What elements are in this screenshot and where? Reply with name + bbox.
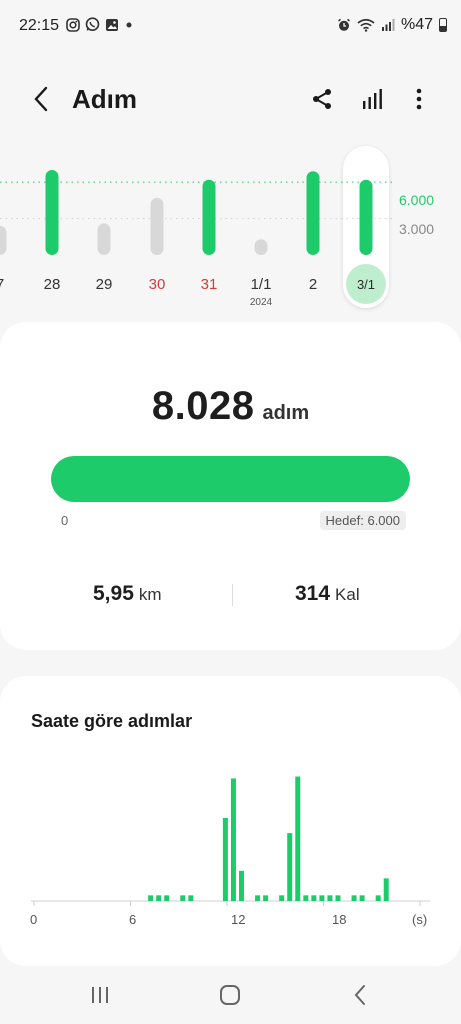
hourly-bar-14 [311, 895, 317, 901]
day-label-31[interactable]: 31 [189, 276, 229, 293]
hour-unit-label: (s) [412, 912, 428, 927]
hourly-bar-3 [180, 895, 186, 901]
app-bar: Adım [0, 70, 461, 130]
steps-unit: adım [262, 402, 310, 424]
day-bar-28 [45, 170, 59, 255]
hourly-bar-4 [188, 895, 194, 901]
home-icon [220, 985, 240, 1005]
home-button[interactable] [210, 980, 250, 1010]
day-label-29[interactable]: 29 [84, 276, 124, 293]
axis-mid-label: 3.000 [399, 221, 435, 237]
system-nav-bar [0, 966, 461, 1024]
hour-label-12: 12 [231, 912, 246, 927]
status-time: 22:15 [19, 17, 60, 34]
hour-label-18: 18 [332, 912, 347, 927]
axis-goal-label: 6.000 [399, 192, 435, 208]
notification-icons [66, 17, 134, 32]
hourly-bar-0 [148, 895, 154, 901]
hourly-bar-17 [335, 895, 341, 901]
daily-steps-chart[interactable]: 6.000 3.000 7 28 29 30 31 1/1 2024 2 3/1 [0, 140, 461, 315]
hourly-bar-20 [375, 895, 381, 901]
trends-button[interactable] [358, 84, 388, 114]
hourly-chart: 0 6 12 18 (s) [0, 736, 461, 936]
distance-stat: 5,95 km [93, 582, 162, 606]
more-icon [416, 88, 422, 110]
hourly-bar-8 [255, 895, 261, 901]
summary-card: 8.028 adım 0 Hedef: 6.000 5,95 km 314 Kal [0, 322, 461, 650]
steps-total: 8.028 adım [0, 384, 461, 429]
day-bar-2 [306, 171, 320, 255]
day-label-28[interactable]: 28 [32, 276, 72, 293]
hourly-bar-7 [238, 870, 244, 901]
hourly-bar-10 [279, 895, 285, 901]
hourly-bar-19 [359, 895, 365, 901]
recents-icon [92, 987, 108, 1003]
wifi-icon [357, 18, 375, 32]
status-bar: 22:15 %47 [0, 0, 461, 52]
share-icon [313, 89, 331, 109]
hourly-title: Saate göre adımlar [31, 711, 193, 731]
hourly-bar-5 [222, 818, 228, 901]
chevron-left-icon [34, 86, 48, 112]
day-bar-7 [0, 225, 7, 255]
hourly-bar-21 [383, 878, 389, 901]
day-label-30[interactable]: 30 [137, 276, 177, 293]
battery-icon [439, 18, 447, 32]
steps-count: 8.028 [151, 384, 255, 428]
day-bar-3/1 [359, 179, 373, 255]
year-label: 2024 [249, 297, 273, 308]
calories-unit: Kal [335, 585, 360, 604]
day-label-7[interactable]: 7 [0, 276, 20, 293]
dot-icon [126, 22, 132, 27]
distance-value: 5,95 [93, 582, 134, 605]
hourly-steps-card[interactable]: Saate göre adımlar 0 6 12 18 (s) [0, 676, 461, 966]
hourly-bar-2 [164, 895, 170, 901]
hourly-bar-9 [263, 895, 269, 901]
page-title: Adım [72, 84, 137, 114]
day-bar-30 [150, 197, 164, 255]
calories-value: 314 [295, 582, 331, 605]
hourly-bar-12 [295, 776, 301, 901]
hourly-bar-15 [319, 895, 325, 901]
progress-min-label: 0 [61, 513, 69, 528]
stats-icon [363, 89, 382, 109]
hourly-bar-16 [327, 895, 333, 901]
alarm-icon [337, 18, 350, 31]
back-button[interactable] [26, 84, 56, 114]
day-bar-31 [202, 179, 216, 255]
share-button[interactable] [307, 84, 337, 114]
day-label-3/1[interactable]: 3/1 [346, 277, 386, 292]
hourly-bar-6 [230, 778, 236, 901]
hour-label-0: 0 [30, 912, 38, 927]
signal-icon [381, 19, 395, 31]
battery-percent: %47 [400, 16, 433, 33]
stats-divider [232, 584, 233, 606]
goal-progress-fill [51, 456, 410, 502]
day-label-1/1[interactable]: 1/1 [241, 276, 281, 293]
hourly-chart-svg [31, 776, 430, 906]
gallery-icon [106, 18, 118, 31]
hourly-bar-1 [156, 895, 162, 901]
status-right: %47 [337, 16, 447, 34]
day-bar-29 [97, 223, 111, 255]
more-options-button[interactable] [404, 84, 434, 114]
back-nav-icon [354, 985, 365, 1005]
hour-label-6: 6 [129, 912, 137, 927]
day-bar-1/1 [254, 239, 268, 255]
back-nav-button[interactable] [340, 980, 380, 1010]
goal-label[interactable]: Hedef: 6.000 [319, 511, 406, 530]
goal-progress-bar [51, 456, 410, 502]
day-label-2[interactable]: 2 [293, 276, 333, 293]
calories-stat: 314 Kal [295, 582, 360, 606]
hourly-bar-13 [303, 895, 309, 901]
distance-unit: km [138, 585, 162, 604]
instagram-icon [66, 17, 80, 32]
hourly-bar-18 [351, 895, 357, 901]
hourly-bar-11 [287, 833, 293, 901]
whatsapp-icon [85, 17, 100, 31]
recents-button[interactable] [80, 980, 120, 1010]
